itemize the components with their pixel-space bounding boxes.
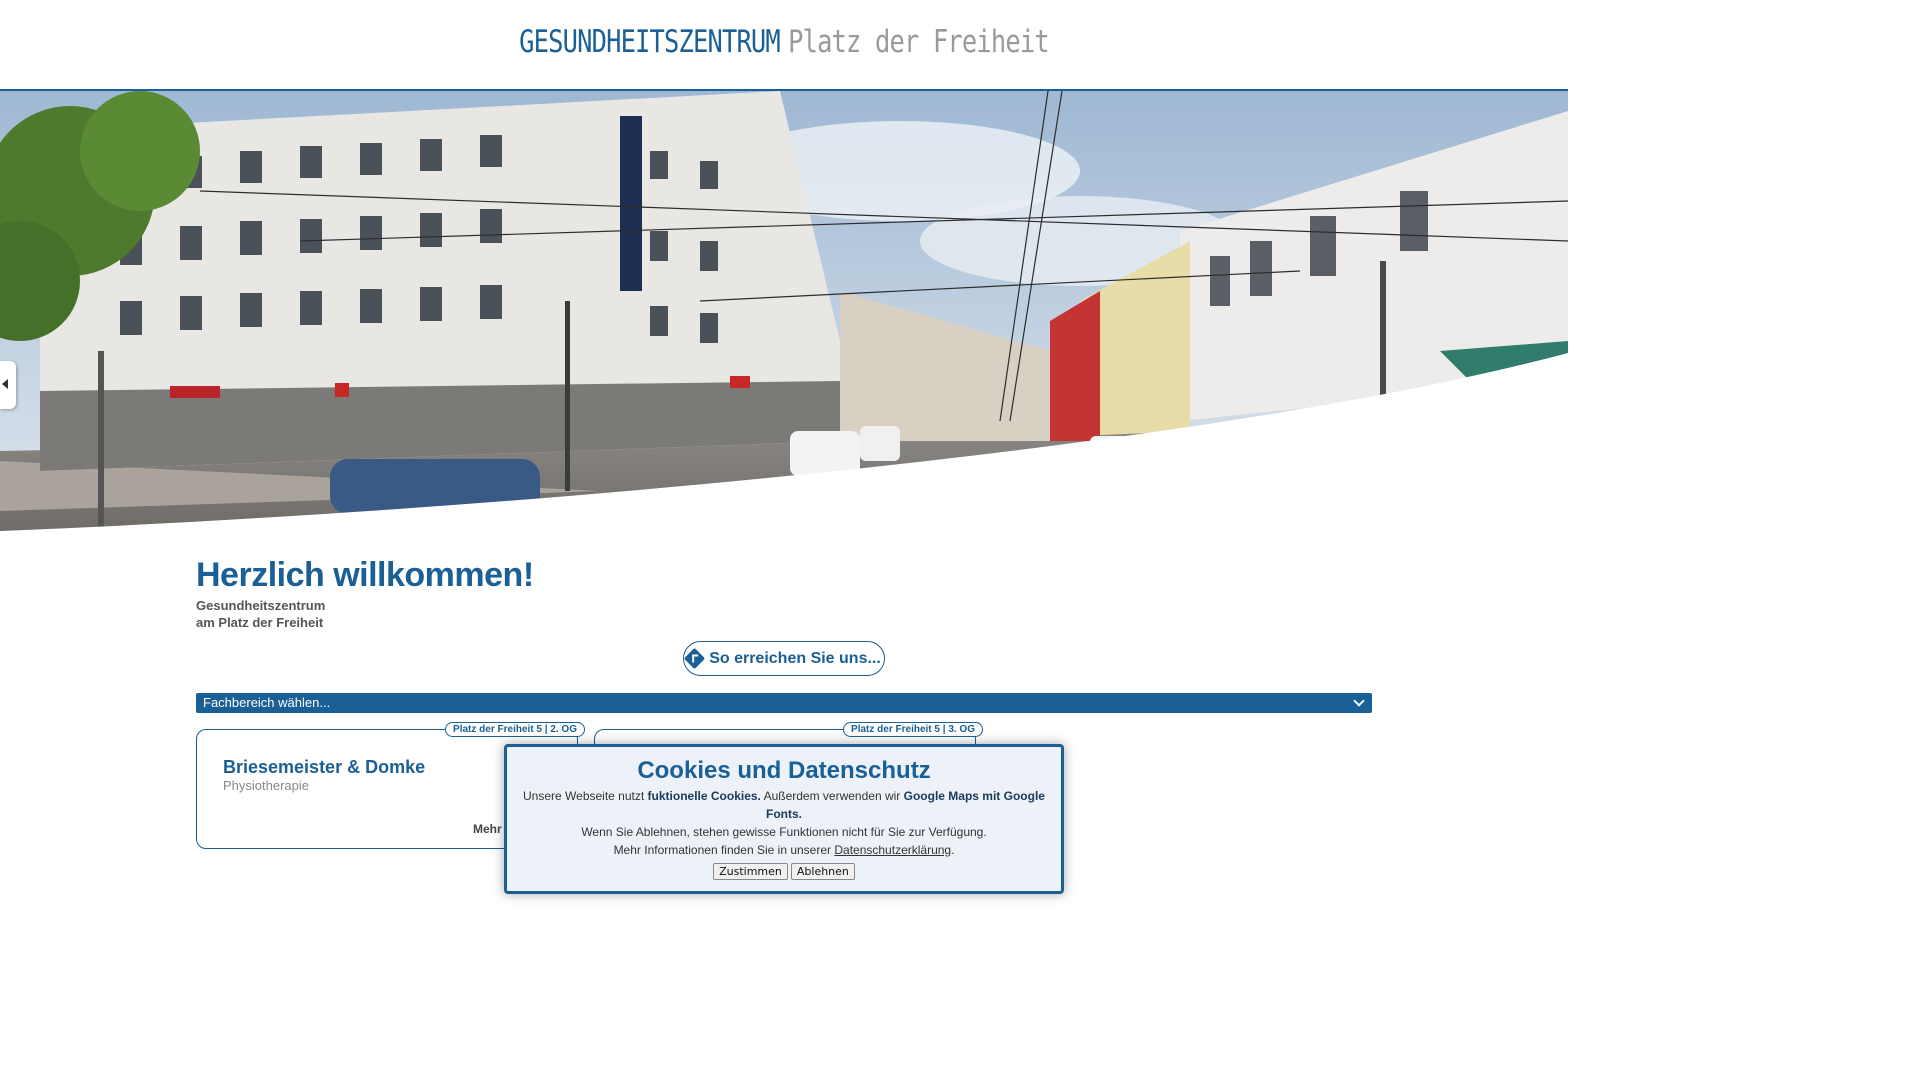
cookie-consent-dialog: Cookies und Datenschutz Unsere Webseite …	[504, 744, 1064, 894]
cookie-text-segment: Unsere Webseite nutzt	[523, 789, 648, 803]
hero-street-photo	[0, 91, 1568, 531]
card-address-badge: Platz der Freiheit 5 | 3. OG	[843, 722, 983, 737]
directions-button-label: So erreichen Sie uns...	[709, 649, 881, 667]
directions-button[interactable]: So erreichen Sie uns...	[683, 641, 885, 676]
cookie-text-bold: fuktionelle Cookies.	[647, 789, 761, 803]
cookie-text-line3: Mehr Informationen finden Sie in unserer…	[507, 841, 1061, 859]
cookie-text-segment: Außerdem verwenden wir	[760, 789, 904, 803]
welcome-subtitle-line2: am Platz der Freiheit	[196, 615, 324, 630]
card-address-badge: Platz der Freiheit 5 | 2. OG	[445, 722, 585, 737]
side-collapse-tab[interactable]	[0, 361, 16, 409]
privacy-policy-link[interactable]: Datenschutzerklärung	[834, 843, 951, 857]
card-title: Briesemeister & Domke	[223, 757, 426, 777]
department-select-value: Fachbereich wählen...	[203, 695, 331, 710]
card-subtitle: Physiotherapie	[223, 778, 309, 793]
cookie-text-segment: Mehr Informationen finden Sie in unserer	[613, 843, 835, 857]
site-title-sub: Platz der Freiheit	[788, 24, 1050, 60]
cookie-text-line2: Wenn Sie Ablehnen, stehen gewisse Funkti…	[581, 825, 987, 839]
chevron-down-icon	[1353, 695, 1365, 707]
site-header: GESUNDHEITSZENTRUM Platz der Freiheit	[0, 0, 1568, 91]
cookie-dialog-title: Cookies und Datenschutz	[637, 757, 931, 784]
welcome-subtitle-line1: Gesundheitszentrum	[196, 598, 326, 613]
site-title-main: GESUNDHEITSZENTRUM	[519, 24, 781, 60]
cookie-buttons: Zustimmen Ablehnen	[507, 863, 1061, 880]
cookie-text-segment: .	[951, 843, 955, 857]
card-more-link[interactable]: Mehr	[473, 822, 502, 836]
site-title[interactable]: GESUNDHEITSZENTRUM Platz der Freiheit	[141, 24, 1427, 60]
decline-cookies-button[interactable]: Ablehnen	[790, 863, 855, 880]
department-select[interactable]: Fachbereich wählen...	[196, 693, 1372, 713]
welcome-title: Herzlich willkommen!	[196, 556, 534, 594]
cookie-text-line1: Unsere Webseite nutzt fuktionelle Cookie…	[507, 787, 1061, 823]
caret-left-icon	[2, 379, 8, 389]
welcome-subtitle: Gesundheitszentrum am Platz der Freiheit	[196, 597, 325, 631]
directions-icon	[684, 647, 706, 670]
accept-cookies-button[interactable]: Zustimmen	[713, 863, 788, 880]
hero-image	[0, 91, 1568, 531]
cookie-dialog-text: Unsere Webseite nutzt fuktionelle Cookie…	[507, 787, 1061, 859]
